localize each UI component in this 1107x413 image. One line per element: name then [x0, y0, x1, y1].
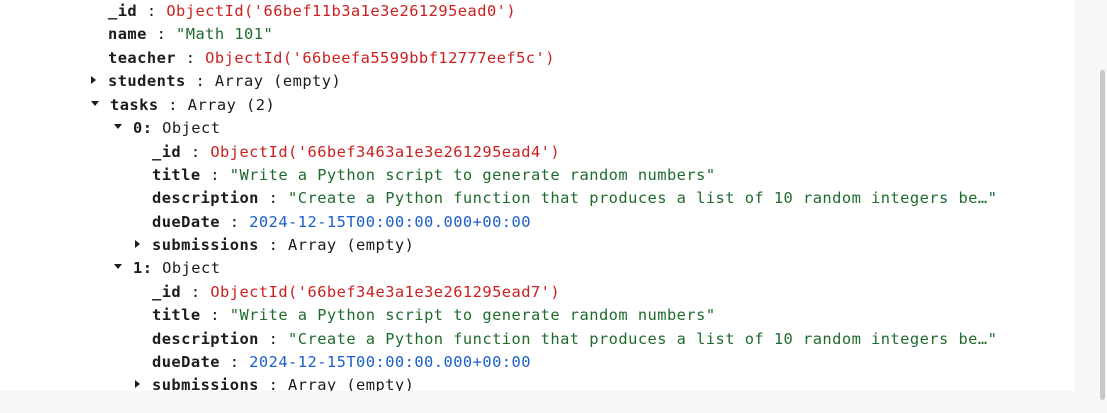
field-key: title [152, 306, 201, 324]
field-value: "Create a Python function that produces … [288, 189, 998, 207]
field-row-submissions[interactable]: submissions : Array (empty) [135, 234, 414, 257]
field-row-duedate: dueDate : 2024-12-15T00:00:00.000+00:00 [152, 353, 531, 371]
field-value: "Write a Python script to generate rando… [229, 306, 716, 324]
field-key: tasks [110, 96, 159, 114]
field-key: _id [152, 283, 182, 301]
field-row-id: _id : ObjectId('66bef11b3a1e3e261295ead0… [108, 2, 517, 20]
field-value: Array (2) [187, 96, 276, 114]
field-key: teacher [108, 49, 177, 67]
field-row-tasks[interactable]: tasks : Array (2) [91, 94, 275, 117]
field-row-description: description : "Create a Python function … [152, 330, 998, 348]
field-value: "Write a Python script to generate rando… [229, 166, 716, 184]
array-index: 1: [133, 259, 153, 277]
caret-right-icon[interactable] [135, 239, 140, 248]
array-index: 0: [133, 119, 153, 137]
type-label: Object [162, 119, 221, 137]
field-value: ObjectId('66beefa5599bbf12777eef5c') [205, 49, 555, 67]
document-tree-panel: _id : ObjectId('66bef11b3a1e3e261295ead0… [0, 0, 1075, 391]
field-key: dueDate [152, 353, 221, 371]
caret-right-icon[interactable] [91, 75, 96, 84]
field-value: ObjectId('66bef11b3a1e3e261295ead0') [166, 2, 517, 20]
task-row-1[interactable]: 1: Object [114, 257, 220, 280]
field-key: name [108, 25, 147, 43]
field-value: 2024-12-15T00:00:00.000+00:00 [249, 213, 531, 231]
field-value: 2024-12-15T00:00:00.000+00:00 [249, 353, 531, 371]
field-key: dueDate [152, 213, 221, 231]
task-row-0[interactable]: 0: Object [114, 117, 220, 140]
caret-down-icon[interactable] [114, 124, 122, 129]
field-value: "Math 101" [176, 25, 274, 43]
field-value: ObjectId('66bef34e3a1e3e261295ead7') [210, 283, 561, 301]
field-value: Array (empty) [214, 72, 342, 90]
field-key: _id [108, 2, 138, 20]
field-key: submissions [152, 236, 259, 254]
field-row-title: title : "Write a Python script to genera… [152, 306, 716, 324]
field-key: description [152, 189, 259, 207]
field-value: ObjectId('66bef3463a1e3e261295ead4') [210, 143, 561, 161]
field-row-id: _id : ObjectId('66bef3463a1e3e261295ead4… [152, 143, 561, 161]
field-row-students[interactable]: students : Array (empty) [91, 70, 341, 93]
field-key: _id [152, 143, 182, 161]
field-key: submissions [152, 376, 259, 391]
field-row-teacher: teacher : ObjectId('66beefa5599bbf12777e… [108, 49, 555, 67]
field-row-description: description : "Create a Python function … [152, 189, 998, 207]
field-row-submissions[interactable]: submissions : Array (empty) [135, 374, 414, 391]
field-row-name: name : "Math 101" [108, 25, 274, 43]
caret-down-icon[interactable] [114, 264, 122, 269]
caret-down-icon[interactable] [91, 101, 99, 106]
field-row-title: title : "Write a Python script to genera… [152, 166, 716, 184]
field-key: students [108, 72, 186, 90]
vertical-scrollbar[interactable] [1100, 70, 1105, 400]
field-key: title [152, 166, 201, 184]
field-key: description [152, 330, 259, 348]
caret-right-icon[interactable] [135, 379, 140, 388]
field-row-id: _id : ObjectId('66bef34e3a1e3e261295ead7… [152, 283, 561, 301]
field-value: "Create a Python function that produces … [288, 330, 998, 348]
type-label: Object [162, 259, 221, 277]
field-row-duedate: dueDate : 2024-12-15T00:00:00.000+00:00 [152, 213, 531, 231]
field-value: Array (empty) [288, 376, 415, 391]
field-value: Array (empty) [288, 236, 415, 254]
